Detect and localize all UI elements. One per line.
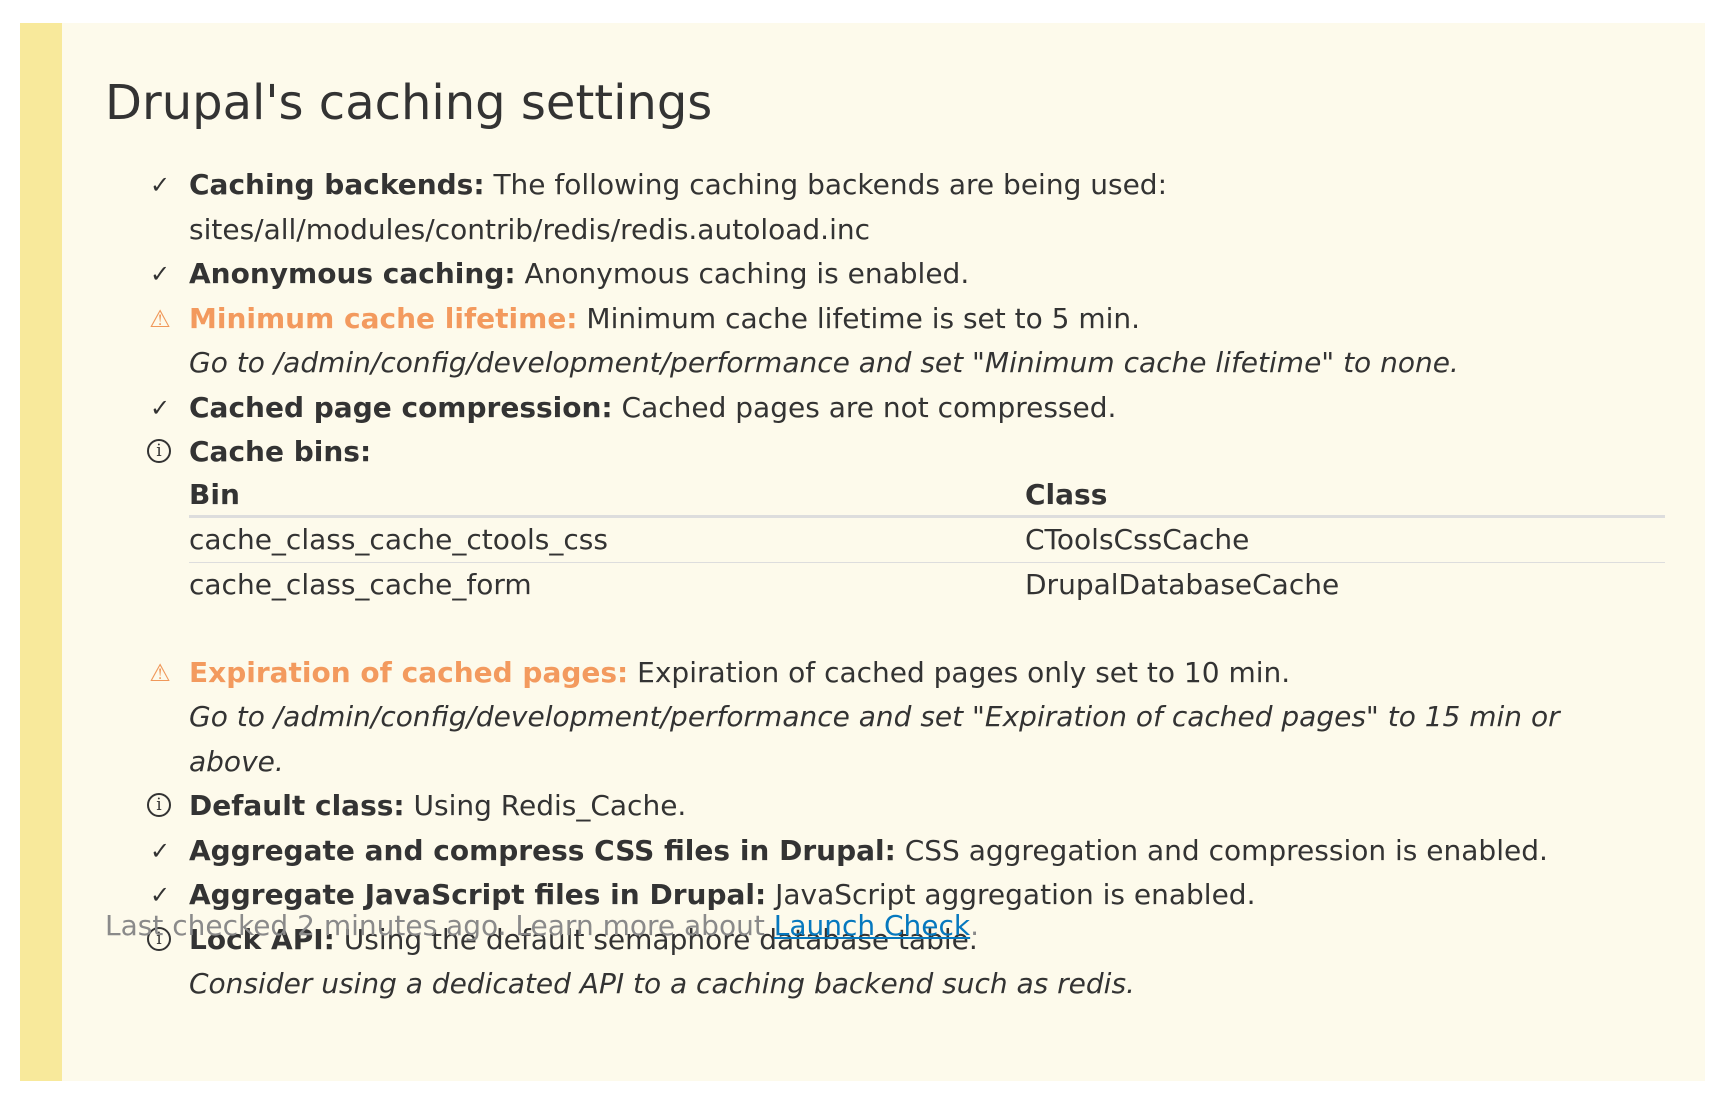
table-row: cache_class_cache_ctools_css CToolsCssCa…	[189, 516, 1665, 562]
checkmark-icon: ✓	[149, 171, 171, 199]
check-label: Default class:	[189, 789, 405, 822]
column-header-class: Class	[1025, 477, 1108, 511]
check-item-cached-page-compression: ✓ Cached page compression: Cached pages …	[105, 386, 1625, 431]
check-text: Expiration of cached pages only set to 1…	[637, 655, 1291, 689]
check-item-minimum-cache-lifetime: ⚠ Minimum cache lifetime: Minimum cache …	[105, 297, 1625, 386]
warning-icon: ⚠	[149, 658, 171, 687]
launch-check-link[interactable]: Launch Check	[774, 909, 970, 942]
checks-list: ✓ Caching backends: The following cachin…	[105, 163, 1665, 1007]
check-text: JavaScript aggregation is enabled.	[775, 878, 1256, 911]
check-label: Aggregate and compress CSS files in Drup…	[189, 833, 896, 867]
footer-suffix: .	[970, 909, 980, 942]
checkmark-icon: ✓	[149, 260, 171, 288]
checkmark-icon: ✓	[149, 393, 171, 422]
check-text: Using Redis_Cache.	[413, 789, 687, 822]
table-cell-class: DrupalDatabaseCache	[1025, 567, 1340, 601]
check-item-expiration-of-cached-pages: ⚠ Expiration of cached pages: Expiration…	[105, 651, 1625, 785]
panel-accent-bar	[20, 23, 62, 1081]
check-item-aggregate-css: ✓ Aggregate and compress CSS files in Dr…	[105, 829, 1625, 874]
last-checked-footer: Last checked 2 minutes ago. Learn more a…	[105, 909, 979, 942]
info-icon: i	[147, 793, 171, 817]
column-header-bin: Bin	[189, 477, 240, 511]
check-text: CSS aggregation and compression is enabl…	[904, 833, 1548, 867]
table-header-row: Bin Class	[189, 475, 1665, 516]
check-label: Aggregate JavaScript files in Drupal:	[189, 878, 767, 911]
check-text: Minimum cache lifetime is set to 5 min.	[586, 301, 1141, 335]
check-label: Cached page compression:	[189, 390, 613, 424]
check-label: Caching backends:	[189, 168, 485, 201]
warning-icon: ⚠	[149, 304, 171, 333]
check-item-default-class: i Default class: Using Redis_Cache.	[105, 784, 1625, 829]
check-hint: Consider using a dedicated API to a cach…	[189, 967, 1135, 1000]
table-cell-class: CToolsCssCache	[1025, 522, 1250, 556]
page-title: Drupal's caching settings	[105, 75, 713, 131]
launch-check-panel: Drupal's caching settings ✓ Caching back…	[20, 23, 1705, 1081]
check-item-cache-bins: i Cache bins: Bin Class cache_class_cach…	[105, 430, 1665, 607]
check-label: Expiration of cached pages:	[189, 655, 629, 689]
check-text: The following caching backends are being…	[493, 168, 1168, 201]
table-row: cache_class_cache_form DrupalDatabaseCac…	[189, 562, 1665, 607]
cache-bins-table: Bin Class cache_class_cache_ctools_css C…	[189, 475, 1665, 607]
check-item-anonymous-caching: ✓ Anonymous caching: Anonymous caching i…	[105, 252, 1625, 297]
check-text: Cached pages are not compressed.	[621, 390, 1117, 424]
footer-text: Last checked 2 minutes ago. Learn more a…	[105, 909, 765, 942]
check-text: Anonymous caching is enabled.	[524, 257, 970, 290]
check-label: Cache bins:	[189, 435, 372, 468]
table-cell-bin: cache_class_cache_form	[189, 567, 532, 601]
check-item-caching-backends: ✓ Caching backends: The following cachin…	[105, 163, 1625, 252]
check-hint: Go to /admin/config/development/performa…	[189, 346, 1459, 379]
check-label: Minimum cache lifetime:	[189, 301, 578, 335]
info-icon: i	[147, 439, 171, 463]
checkmark-icon: ✓	[149, 836, 171, 865]
check-label: Anonymous caching:	[189, 257, 516, 290]
table-cell-bin: cache_class_cache_ctools_css	[189, 522, 608, 556]
check-hint: Go to /admin/config/development/performa…	[189, 700, 1560, 778]
check-detail: sites/all/modules/contrib/redis/redis.au…	[189, 212, 870, 246]
